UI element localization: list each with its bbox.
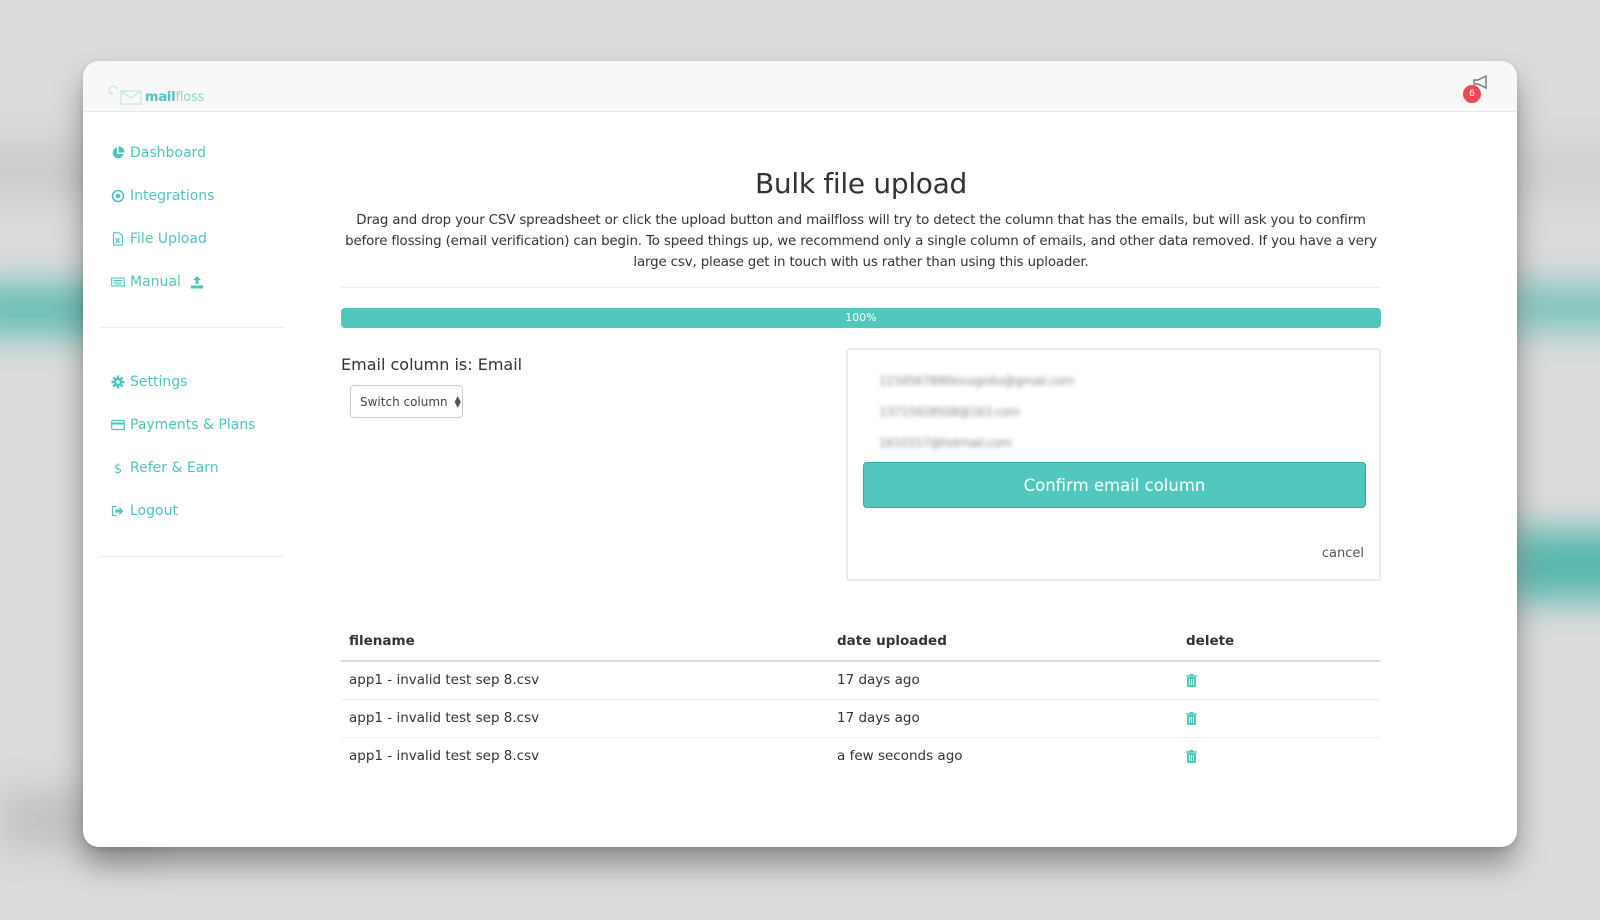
trash-icon[interactable] [1186, 673, 1197, 687]
upload-instructions: Drag and drop your CSV spreadsheet or cl… [341, 210, 1381, 288]
sidebar-item-dashboard[interactable]: Dashboard [99, 131, 284, 174]
dollar-icon: $ [114, 462, 122, 475]
date-cell: 17 days ago [837, 672, 920, 689]
keyboard-icon [111, 276, 125, 287]
sidebar-item-refer-earn[interactable]: $ Refer & Earn [99, 446, 284, 489]
sidebar-item-label: Dashboard [130, 144, 206, 161]
page-title: Bulk file upload [755, 167, 967, 200]
trash-icon[interactable] [1186, 711, 1197, 725]
sidebar-item-label: File Upload [130, 230, 207, 247]
preview-email: 1610157@hotmail.com [879, 436, 1012, 450]
sidebar-item-label: Refer & Earn [130, 459, 219, 476]
filename-cell: app1 - invalid test sep 8.csv [341, 698, 829, 737]
sidebar-item-label: Settings [130, 373, 188, 390]
sidebar-item-settings[interactable]: Settings [99, 360, 284, 403]
confirm-email-column-button[interactable]: Confirm email column [863, 462, 1366, 508]
envelope-logo-icon [108, 85, 142, 105]
brand-suffix: floss [175, 90, 205, 105]
app-window: mailfloss 6 Dashboard Integrations File … [83, 61, 1517, 847]
credit-card-icon [111, 419, 125, 430]
uploaded-files-table: filename date uploaded delete app1 - inv… [341, 621, 1381, 775]
sidebar-item-label: Integrations [130, 187, 215, 204]
preview-email: 13715928508@163.com [879, 405, 1020, 419]
sidebar: Dashboard Integrations File Upload Manua… [99, 131, 284, 589]
sidebar-item-payments-plans[interactable]: Payments & Plans [99, 403, 284, 446]
main-content: Bulk file upload Drag and drop your CSV … [341, 113, 1381, 775]
switch-column-select[interactable]: Switch column ▲ ▼ [350, 385, 463, 418]
preview-email: 1234567890incognito@gmail.com [879, 374, 1075, 388]
notifications-button[interactable]: 6 [1459, 75, 1489, 105]
sidebar-primary-group: Dashboard Integrations File Upload Manua… [99, 131, 284, 328]
filename-cell: app1 - invalid test sep 8.csv [349, 672, 540, 689]
top-bar: mailfloss 6 [83, 61, 1517, 112]
email-column-label: Email column is: Email [341, 355, 523, 374]
upload-icon [190, 275, 203, 288]
sidebar-item-manual[interactable]: Manual [99, 260, 284, 303]
sign-out-icon [111, 505, 124, 516]
table-row: app1 - invalid test sep 8.csv a few seco… [341, 736, 1381, 775]
column-header-delete: delete [1178, 621, 1381, 662]
upload-progress-bar: 100% [341, 308, 1381, 328]
sidebar-item-label: Payments & Plans [130, 416, 256, 433]
sidebar-item-label: Logout [130, 502, 178, 519]
column-info: Email column is: Email Switch column ▲ ▼ [341, 348, 846, 581]
column-selection-area: Email column is: Email Switch column ▲ ▼ … [341, 348, 1381, 581]
sidebar-item-integrations[interactable]: Integrations [99, 174, 284, 217]
column-header-filename: filename [341, 621, 829, 662]
sidebar-item-file-upload[interactable]: File Upload [99, 217, 284, 260]
cancel-link[interactable]: cancel [1322, 546, 1364, 561]
table-row: app1 - invalid test sep 8.csv 17 days ag… [341, 661, 1381, 699]
table-header-row: filename date uploaded delete [341, 621, 1381, 662]
notification-badge: 6 [1463, 85, 1481, 103]
logo[interactable]: mailfloss [107, 85, 204, 105]
gear-icon [111, 375, 125, 388]
column-header-date-uploaded: date uploaded [829, 621, 1178, 662]
date-cell: 17 days ago [829, 698, 1178, 737]
excel-file-icon [112, 231, 124, 246]
svg-text:$: $ [114, 462, 122, 475]
sidebar-secondary-group: Settings Payments & Plans $ Refer & Earn… [99, 360, 284, 557]
table-row: app1 - invalid test sep 8.csv 17 days ag… [341, 698, 1381, 737]
brand-prefix: mail [145, 90, 176, 105]
sidebar-item-logout[interactable]: Logout [99, 489, 284, 532]
sidebar-item-label: Manual [130, 273, 181, 290]
target-icon [111, 189, 125, 202]
delete-cell [1178, 736, 1381, 775]
brand-name: mailfloss [145, 90, 204, 105]
confirm-column-panel: 1234567890incognito@gmail.com 1371592850… [846, 348, 1381, 581]
trash-icon[interactable] [1186, 749, 1197, 763]
switch-column-value: Switch column [360, 394, 448, 409]
progress-fill: 100% [341, 308, 1381, 328]
background-blur-shape [1510, 530, 1600, 600]
delete-cell [1178, 698, 1381, 737]
pie-chart-icon [112, 146, 125, 158]
select-arrows-icon: ▲ ▼ [454, 393, 461, 409]
background-blur-shape [1510, 285, 1600, 329]
filename-cell: app1 - invalid test sep 8.csv [341, 736, 829, 775]
delete-cell [1178, 661, 1381, 699]
date-cell: a few seconds ago [829, 736, 1178, 775]
